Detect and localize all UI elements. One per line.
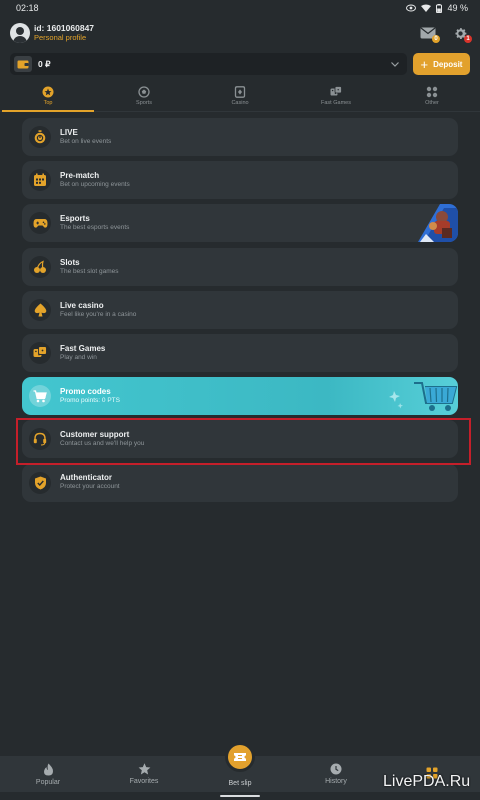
menu-item-subtitle: Promo points: 0 PTS bbox=[60, 397, 120, 405]
battery-icon bbox=[436, 3, 443, 13]
shield-check-icon bbox=[29, 471, 51, 494]
nav-bet-slip[interactable]: Bet slip bbox=[192, 742, 288, 792]
playing-card-icon bbox=[234, 85, 246, 98]
menu-item-customer-support[interactable]: Customer support Contact us and we'll hel… bbox=[22, 420, 458, 459]
status-icons: 49 % bbox=[406, 3, 468, 13]
dice-icon bbox=[330, 85, 342, 98]
tab-label: Casino bbox=[231, 99, 249, 106]
menu-item-title: LIVE bbox=[60, 127, 78, 137]
menu-item-subtitle: The best slot games bbox=[60, 267, 119, 275]
tab-label: Top bbox=[43, 99, 53, 106]
top-icons: 0 1 bbox=[418, 23, 472, 43]
menu-item-pre-match[interactable]: Pre-match Bet on upcoming events bbox=[22, 161, 458, 200]
home-indicator[interactable] bbox=[220, 795, 260, 797]
star-icon bbox=[138, 763, 150, 775]
plus-icon: + bbox=[420, 56, 429, 72]
messages-badge: 0 bbox=[432, 35, 440, 43]
wifi-icon bbox=[421, 4, 432, 12]
menu-item-title: Customer support bbox=[60, 430, 130, 440]
tab-label: Fast Games bbox=[321, 99, 351, 106]
menu-item-title: Live casino bbox=[60, 300, 104, 310]
watermark: LivePDA.Ru bbox=[383, 773, 471, 790]
tab-other[interactable]: Other bbox=[384, 80, 480, 111]
balance-selector[interactable]: 0 ₽ bbox=[10, 53, 407, 75]
balance-row: 0 ₽ + Deposit bbox=[10, 53, 470, 75]
nav-label: Bet slip bbox=[228, 779, 252, 787]
spade-icon bbox=[29, 298, 51, 321]
ball-icon bbox=[138, 85, 150, 98]
battery-level: 49 % bbox=[447, 3, 468, 13]
menu-item-title: Pre-match bbox=[60, 171, 100, 181]
menu-item-subtitle: Play and win bbox=[60, 353, 97, 361]
gamepad-icon bbox=[29, 212, 51, 235]
tab-sports[interactable]: Sports bbox=[96, 80, 192, 111]
tab-casino[interactable]: Casino bbox=[192, 80, 288, 111]
menu-item-title: Esports bbox=[60, 214, 90, 224]
avatar[interactable] bbox=[10, 23, 30, 43]
profile-bar: id: 1601060847 Personal profile 0 1 bbox=[0, 16, 480, 50]
cherries-icon bbox=[29, 255, 51, 278]
status-time: 02:18 bbox=[16, 3, 39, 13]
tab-label: Other bbox=[425, 99, 439, 106]
personal-profile-link[interactable]: Personal profile bbox=[34, 33, 94, 42]
ticket-icon bbox=[225, 742, 255, 772]
shopping-cart-illustration bbox=[389, 382, 458, 412]
dots-grid-icon bbox=[426, 86, 438, 98]
nav-popular[interactable]: Popular bbox=[0, 756, 96, 792]
menu-item-title: Promo codes bbox=[60, 387, 111, 397]
tab-fast-games[interactable]: Fast Games bbox=[288, 80, 384, 111]
menu-item-title: Fast Games bbox=[60, 343, 106, 353]
chevron-down-icon bbox=[391, 61, 399, 67]
menu-item-subtitle: Feel like you're in a casino bbox=[60, 310, 137, 318]
menu-item-subtitle: Bet on upcoming events bbox=[60, 181, 130, 189]
menu-item-esports[interactable]: Esports The best esports events bbox=[22, 204, 458, 243]
cart-icon bbox=[29, 385, 51, 408]
esports-banner-image bbox=[418, 204, 458, 243]
balance-value: 0 ₽ bbox=[38, 58, 51, 69]
flame-icon bbox=[43, 763, 53, 775]
menu-item-live-casino[interactable]: Live casino Feel like you're in a casino bbox=[22, 290, 458, 329]
menu-item-title: Authenticator bbox=[60, 473, 112, 483]
stopwatch-icon bbox=[29, 126, 51, 148]
menu-item-live[interactable]: LIVE Bet on live events bbox=[22, 118, 458, 156]
messages-button[interactable]: 0 bbox=[418, 23, 440, 43]
nav-label: Favorites bbox=[129, 778, 159, 785]
tab-label: Sports bbox=[136, 99, 152, 106]
nav-label: History bbox=[325, 778, 347, 785]
menu-item-subtitle: Bet on live events bbox=[60, 137, 112, 145]
status-bar: 02:18 49 % bbox=[0, 0, 480, 16]
settings-badge: 1 bbox=[464, 35, 472, 43]
nav-label: Popular bbox=[35, 778, 61, 786]
menu-item-subtitle: Contact us and we'll help you bbox=[60, 440, 145, 448]
menu-item-subtitle: The best esports events bbox=[60, 224, 130, 232]
category-tabs: Top Sports Casino Fast Games Other bbox=[0, 80, 480, 112]
deposit-button[interactable]: + Deposit bbox=[413, 53, 470, 75]
menu-item-subtitle: Protect your account bbox=[60, 483, 120, 491]
menu-item-promo-codes[interactable]: Promo codes Promo points: 0 PTS bbox=[22, 377, 458, 416]
headset-icon bbox=[29, 428, 51, 451]
settings-button[interactable]: 1 bbox=[450, 23, 472, 43]
calendar-icon bbox=[29, 169, 51, 192]
eye-icon bbox=[406, 4, 417, 12]
wallet-icon bbox=[14, 56, 32, 72]
menu-list: LIVE Bet on live events Pre-match Bet on u… bbox=[22, 118, 458, 507]
tab-top[interactable]: Top bbox=[0, 80, 96, 112]
nav-history[interactable]: History bbox=[288, 756, 384, 792]
profile-info[interactable]: id: 1601060847 Personal profile bbox=[34, 23, 94, 42]
menu-item-slots[interactable]: Slots The best slot games bbox=[22, 247, 458, 286]
dice-icon bbox=[29, 341, 51, 364]
nav-favorites[interactable]: Favorites bbox=[96, 756, 192, 792]
menu-item-title: Slots bbox=[60, 257, 80, 267]
menu-item-fast-games[interactable]: Fast Games Play and win bbox=[22, 333, 458, 372]
deposit-label: Deposit bbox=[433, 59, 463, 69]
menu-item-authenticator[interactable]: Authenticator Protect your account bbox=[22, 463, 458, 502]
clock-icon bbox=[330, 763, 342, 775]
star-badge-icon bbox=[42, 86, 54, 98]
